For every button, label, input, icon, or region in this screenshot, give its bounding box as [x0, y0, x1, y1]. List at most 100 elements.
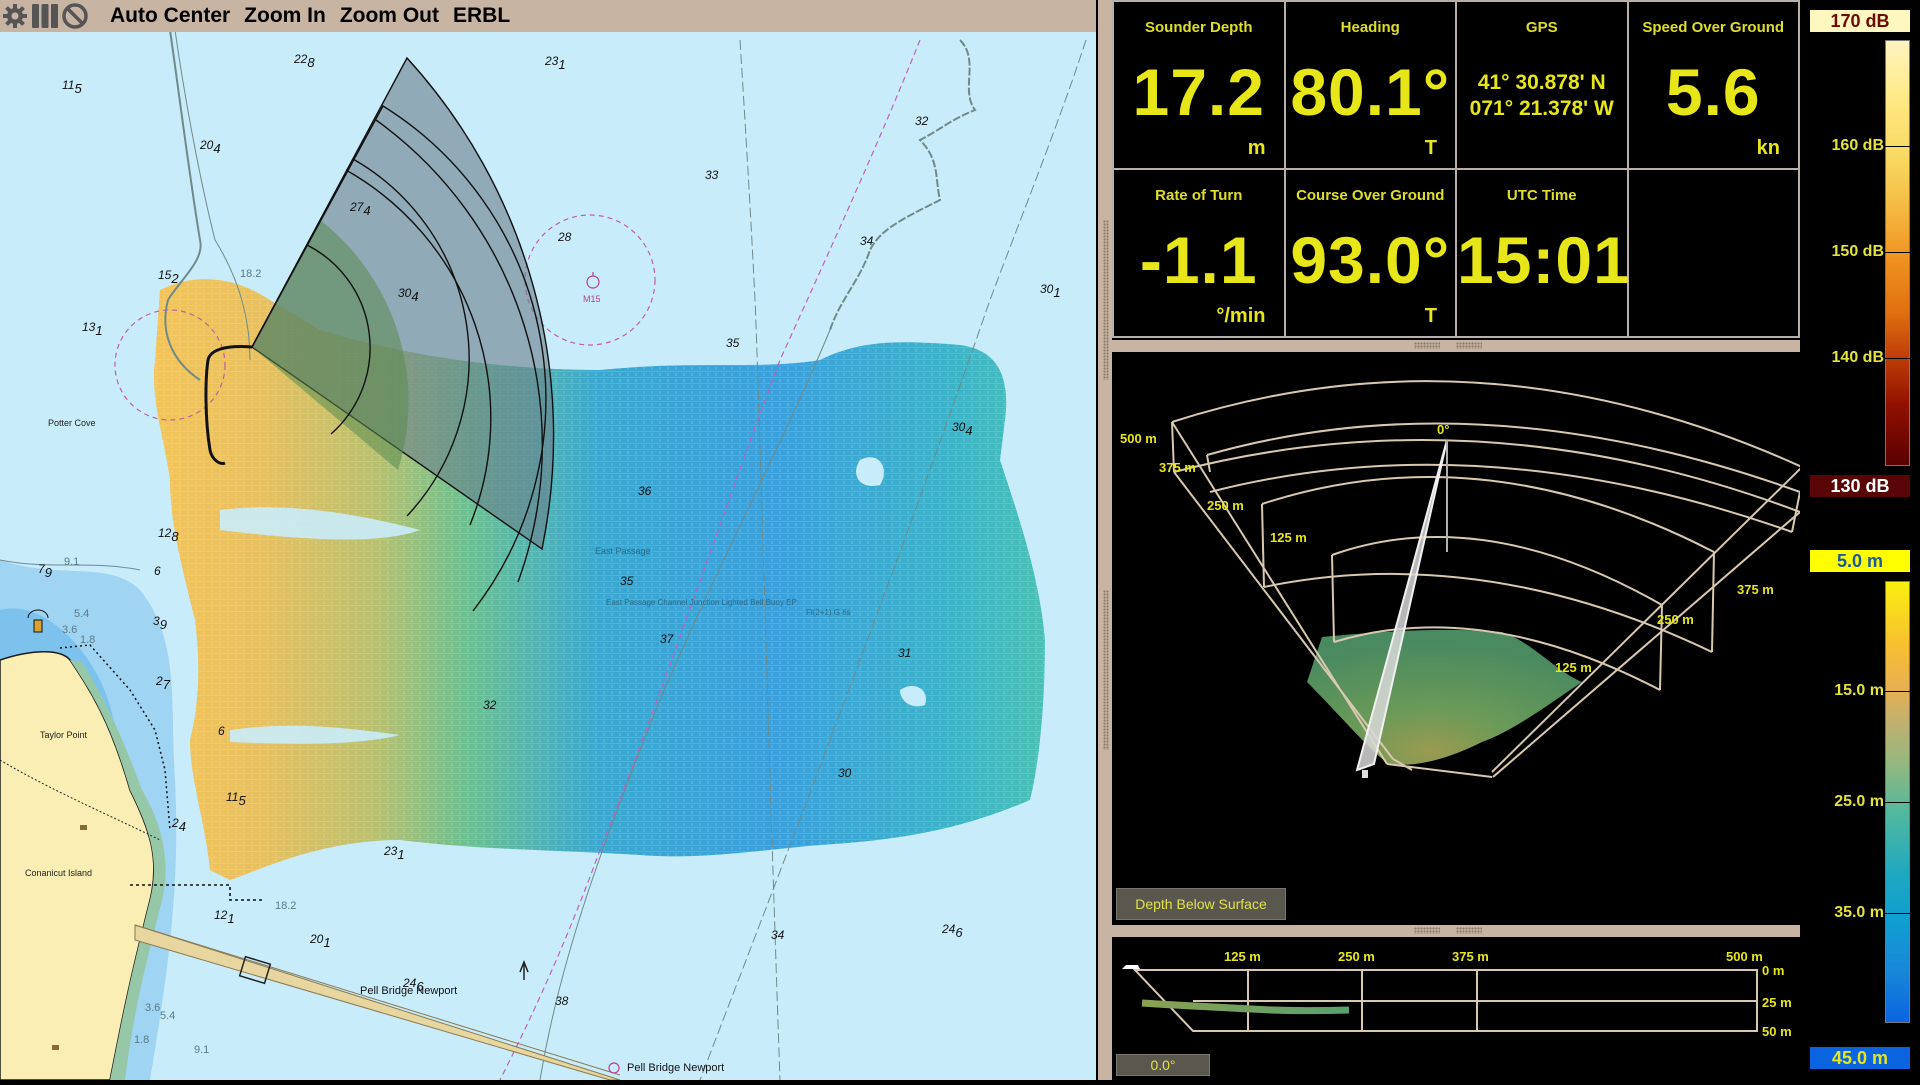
instrument-unit: T: [1424, 137, 1437, 159]
range-label: 250 m: [1207, 498, 1244, 513]
instrument-rate-of-turn: Rate of Turn -1.1 °/min: [1114, 170, 1284, 336]
sounding: 304: [398, 286, 419, 304]
nautical-chart[interactable]: 115 228 231 204 274 28 304 152 131 33 32…: [0, 32, 1096, 1080]
instrument-heading: Heading 80.1° T: [1285, 2, 1455, 168]
sounding: 6: [154, 564, 161, 578]
sounding: 35: [620, 574, 634, 588]
sounding: 34: [771, 928, 785, 942]
sounding: 121: [214, 908, 235, 926]
no-entry-icon[interactable]: [60, 1, 90, 31]
splitter-grip[interactable]: [1414, 927, 1440, 934]
horizontal-splitter[interactable]: [1112, 925, 1800, 937]
light-characteristic-label: Fl(2+1) G 6s: [806, 608, 851, 617]
sounding: 304: [952, 420, 973, 438]
depth-tick-label: 15.0 m: [1834, 682, 1884, 699]
depth-label: 50 m: [1762, 1024, 1792, 1039]
buoy-label-m15: M15: [583, 294, 601, 304]
instrument-label: Course Over Ground: [1296, 187, 1445, 204]
sonar-profile-view[interactable]: 125 m 250 m 375 m 500 m 0 m 25 m 50 m 0.…: [1112, 937, 1800, 1080]
splitter-grip[interactable]: [1103, 220, 1109, 380]
db-tick-label: 150 dB: [1831, 243, 1884, 260]
vessel-icon: [1122, 965, 1140, 969]
instrument-label: Sounder Depth: [1145, 19, 1253, 36]
contour-label: 1.8: [80, 634, 96, 646]
sounding: 24: [172, 816, 186, 834]
contour-label: 18.2: [275, 900, 297, 912]
place-label-conanicut-island: Conanicut Island: [25, 868, 93, 878]
db-min-label[interactable]: 130 dB: [1810, 475, 1910, 497]
range-label: 500 m: [1120, 431, 1157, 446]
zoom-out-button[interactable]: Zoom Out: [340, 4, 439, 28]
sounding: 35: [726, 336, 740, 350]
place-label-east-passage: East Passage: [595, 546, 651, 556]
depth-tick-label: 35.0 m: [1834, 904, 1884, 921]
vertical-splitter[interactable]: [1096, 0, 1112, 1080]
toolbar: Auto Center Zoom In Zoom Out ERBL: [0, 0, 1096, 32]
splitter-grip[interactable]: [1103, 590, 1109, 750]
place-label-pell-bridge: Pell Bridge Newport: [627, 1062, 725, 1074]
tilt-angle-button[interactable]: 0.0°: [1116, 1054, 1210, 1076]
instrument-unit: °/min: [1216, 305, 1266, 327]
depth-min-label[interactable]: 5.0 m: [1810, 550, 1910, 572]
contour-label: 3.6: [62, 624, 78, 636]
db-max-label[interactable]: 170 dB: [1810, 10, 1910, 32]
sounding: 231: [384, 844, 405, 862]
range-label: 375 m: [1737, 582, 1774, 597]
sounding: 274: [350, 200, 371, 218]
db-tick-label: 160 dB: [1831, 137, 1884, 154]
instrument-speed-over-ground: Speed Over Ground 5.6 kn: [1628, 2, 1798, 168]
splitter-grip[interactable]: [1414, 342, 1440, 349]
auto-center-button[interactable]: Auto Center: [110, 4, 230, 28]
columns-icon[interactable]: [30, 1, 60, 31]
vessel-marker: [1362, 770, 1368, 778]
sounding: 39: [153, 614, 167, 632]
range-label: 250 m: [1657, 612, 1694, 627]
range-label: 125 m: [1270, 530, 1307, 545]
sonar-3d-view[interactable]: 0° 500 m 375 m 250 m 125 m 375 m 250 m 1…: [1112, 352, 1803, 925]
profile-grid: [1132, 969, 1758, 1032]
place-label-taylor-point: Taylor Point: [40, 730, 88, 740]
instrument-label: UTC Time: [1506, 187, 1577, 204]
sounding: 115: [62, 78, 82, 96]
splitter-grip[interactable]: [1456, 927, 1482, 934]
instrument-label: Heading: [1340, 19, 1400, 36]
sounding: 36: [638, 484, 652, 498]
instrument-unit: T: [1424, 305, 1437, 327]
sounding: 231: [545, 54, 566, 72]
range-label: 125 m: [1224, 949, 1261, 964]
sounding: 38: [555, 994, 569, 1008]
sounding: 128: [158, 526, 179, 544]
sounding: 28: [558, 230, 572, 244]
sounding: 246: [942, 922, 963, 940]
instrument-sounder-depth: Sounder Depth 17.2 m: [1114, 2, 1284, 168]
place-label-potter-cove: Potter Cove: [48, 418, 96, 428]
place-label-pell-bridge: Pell Bridge Newport: [360, 985, 458, 997]
range-label: 375 m: [1452, 949, 1489, 964]
chart-graphics: [0, 32, 1087, 1080]
zoom-in-button[interactable]: Zoom In: [244, 4, 326, 28]
horizontal-splitter[interactable]: [1112, 340, 1800, 352]
instrument-label: GPS: [1525, 19, 1558, 36]
sounding: 301: [1040, 282, 1061, 300]
gps-longitude: 071° 21.378' W: [1469, 97, 1614, 120]
sounding: 34: [860, 234, 874, 248]
contour-label: 18.2: [240, 268, 262, 280]
splitter-grip[interactable]: [1456, 342, 1482, 349]
instrument-value: -1.1: [1139, 223, 1258, 297]
sounding: 30: [838, 766, 852, 780]
gear-icon[interactable]: [0, 1, 30, 31]
sounding: 201: [310, 932, 331, 950]
gps-position: 41° 30.878' N 071° 21.378' W: [1457, 70, 1627, 122]
instrument-unit: kn: [1756, 137, 1780, 159]
erbl-button[interactable]: ERBL: [453, 4, 510, 28]
depth-label: 25 m: [1762, 995, 1792, 1010]
sounding: 131: [82, 320, 103, 338]
instrument-course-over-ground: Course Over Ground 93.0° T: [1285, 170, 1455, 336]
depth-max-label[interactable]: 45.0 m: [1810, 1047, 1910, 1069]
sounding: 204: [200, 138, 221, 156]
depth-mode-button[interactable]: Depth Below Surface: [1116, 888, 1286, 920]
sounding: 6: [218, 724, 225, 738]
sounding: 79: [38, 562, 52, 580]
buoy-label: East Passage Channel Junction Lighted Be…: [606, 598, 797, 607]
range-label: 375 m: [1159, 460, 1196, 475]
